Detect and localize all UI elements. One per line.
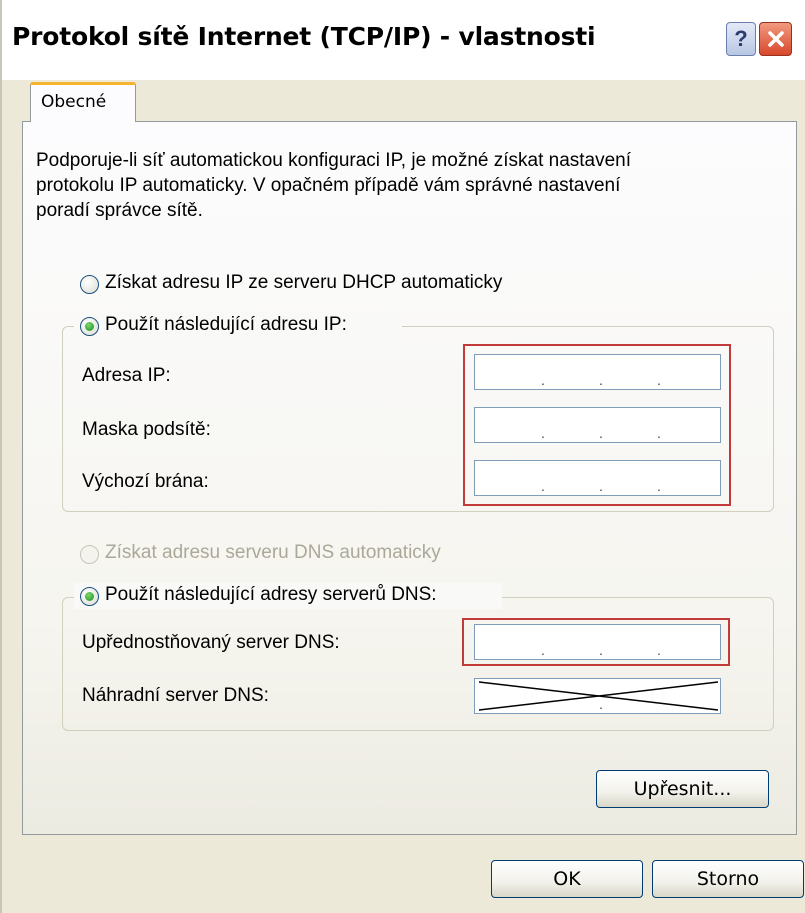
ip-address-input[interactable]: ... [474, 354, 721, 390]
ip-auto-label[interactable]: Získat adresu IP ze serveru DHCP automat… [105, 272, 502, 294]
dns-auto-label: Získat adresu serveru DNS automaticky [105, 542, 441, 563]
ip-manual-label[interactable]: Použít následující adresu IP: [105, 314, 347, 336]
alternate-dns-label: Náhradní server DNS: [82, 685, 269, 706]
ip-address-label: Adresa IP: [82, 365, 171, 386]
help-icon: ? [734, 26, 748, 51]
preferred-dns-input[interactable]: ... [474, 624, 721, 660]
cross-out-mark [478, 681, 719, 711]
preferred-dns-label: Upřednostňovaný server DNS: [82, 632, 340, 653]
tab-general[interactable]: Obecné [30, 82, 136, 122]
default-gateway-input[interactable]: ... [474, 460, 721, 496]
subnet-mask-input[interactable]: ... [474, 407, 721, 443]
title-bar: Protokol sítě Internet (TCP/IP) - vlastn… [2, 0, 805, 80]
help-button[interactable]: ? [726, 22, 756, 56]
alternate-dns-input[interactable]: . [474, 678, 721, 714]
ok-button[interactable]: OK [491, 860, 643, 898]
close-icon [767, 31, 784, 47]
tab-label: Obecné [41, 92, 107, 112]
dialog-window: Protokol sítě Internet (TCP/IP) - vlastn… [0, 0, 805, 913]
intro-text: Podporuje-li síť automatickou konfigurac… [36, 150, 632, 221]
subnet-mask-label: Maska podsítě: [82, 419, 211, 440]
cancel-button[interactable]: Storno [652, 860, 804, 898]
ip-auto-radio[interactable] [80, 275, 99, 294]
window-title: Protokol sítě Internet (TCP/IP) - vlastn… [12, 22, 596, 51]
default-gateway-label: Výchozí brána: [82, 471, 209, 492]
advanced-button[interactable]: Upřesnit... [596, 770, 769, 808]
dns-manual-radio[interactable] [80, 587, 99, 606]
close-button[interactable] [759, 22, 792, 56]
dns-auto-radio [80, 545, 99, 564]
ip-manual-radio[interactable] [80, 317, 99, 336]
dns-manual-label[interactable]: Použít následující adresy serverů DNS: [105, 584, 437, 606]
